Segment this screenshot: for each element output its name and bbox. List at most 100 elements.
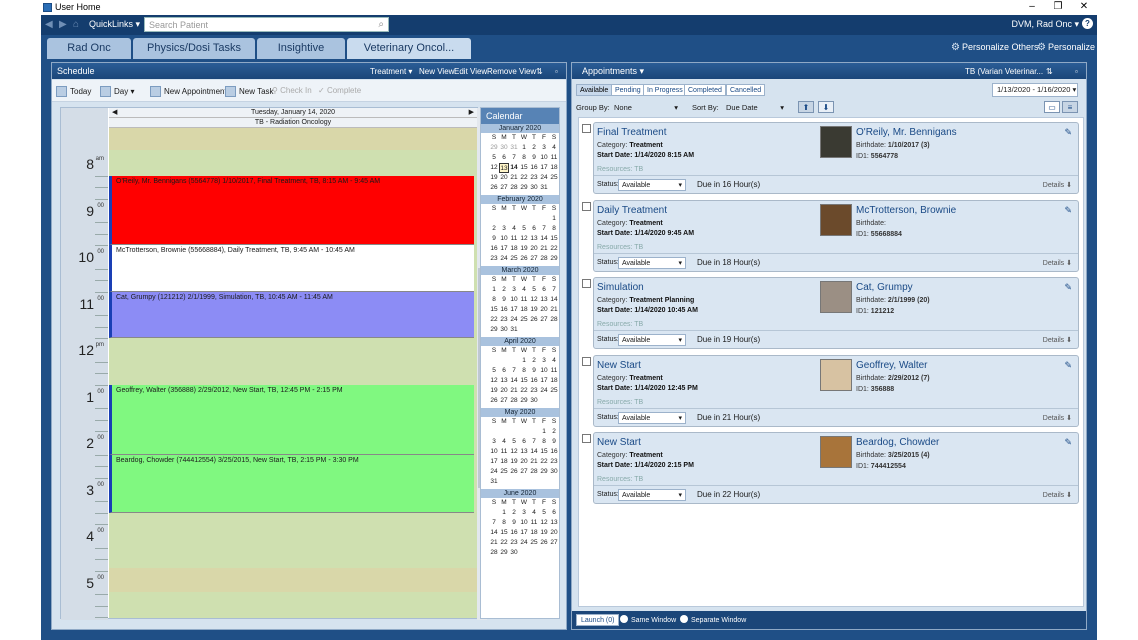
details-link[interactable]: Details ⬇ bbox=[1043, 259, 1072, 267]
appointments-menu[interactable]: Appointments ▾ bbox=[582, 66, 644, 77]
sort-ascending-button[interactable]: ⬆ bbox=[798, 101, 814, 113]
details-link[interactable]: Details ⬇ bbox=[1043, 491, 1072, 499]
calendar-day[interactable]: 7 bbox=[539, 224, 549, 234]
edit-pencil-icon[interactable]: ✎ bbox=[1064, 205, 1072, 216]
calendar-day[interactable]: 6 bbox=[499, 153, 509, 163]
calendar-day[interactable]: 24 bbox=[509, 315, 519, 325]
treatment-view-menu[interactable]: Treatment ▾ bbox=[370, 67, 412, 76]
calendar-day[interactable]: 19 bbox=[509, 457, 519, 467]
appointment-title[interactable]: Final Treatment bbox=[597, 127, 666, 138]
calendar-day[interactable]: 16 bbox=[549, 447, 559, 457]
appointment-title[interactable]: New Start bbox=[597, 360, 641, 371]
calendar-day[interactable]: 7 bbox=[509, 153, 519, 163]
calendar-day[interactable]: 6 bbox=[539, 285, 549, 295]
calendar-day[interactable]: 4 bbox=[529, 508, 539, 518]
calendar-day[interactable]: 5 bbox=[489, 153, 499, 163]
calendar-day[interactable]: 5 bbox=[529, 285, 539, 295]
calendar-day[interactable]: 28 bbox=[529, 467, 539, 477]
calendar-day[interactable]: 6 bbox=[499, 366, 509, 376]
calendar-day[interactable]: 18 bbox=[549, 376, 559, 386]
calendar-day[interactable]: 6 bbox=[549, 508, 559, 518]
status-select[interactable]: Available ▾ bbox=[618, 489, 686, 501]
calendar-day[interactable]: 21 bbox=[539, 244, 549, 254]
status-select[interactable]: Available ▾ bbox=[618, 256, 686, 269]
calendar-day[interactable]: 17 bbox=[509, 305, 519, 315]
appointment-card[interactable]: Final Treatment Category: Treatment Start … bbox=[593, 122, 1079, 194]
calendar-day[interactable]: 3 bbox=[539, 143, 549, 153]
machine-selector[interactable]: TB (Varian Veterinar... bbox=[965, 67, 1043, 76]
search-input[interactable]: Search Patient ⌕ bbox=[144, 17, 389, 32]
calendar-day[interactable]: 30 bbox=[529, 396, 539, 406]
calendar-day[interactable]: 31 bbox=[489, 477, 499, 487]
calendar-day[interactable]: 2 bbox=[499, 285, 509, 295]
calendar-day[interactable]: 11 bbox=[499, 447, 509, 457]
calendar-day[interactable]: 25 bbox=[499, 467, 509, 477]
calendar-day[interactable]: 2 bbox=[529, 356, 539, 366]
calendar-day[interactable]: 23 bbox=[529, 173, 539, 183]
calendar-day[interactable]: 26 bbox=[509, 467, 519, 477]
calendar-day[interactable]: 31 bbox=[509, 143, 519, 153]
same-window-radio[interactable]: Same Window bbox=[620, 615, 676, 624]
calendar-day[interactable]: 21 bbox=[549, 305, 559, 315]
patient-photo[interactable] bbox=[820, 281, 852, 313]
calendar-day[interactable]: 16 bbox=[529, 163, 539, 173]
calendar-day[interactable]: 29 bbox=[549, 254, 559, 264]
calendar-day[interactable]: 25 bbox=[549, 386, 559, 396]
maximize-icon[interactable]: ❐ bbox=[1047, 1, 1069, 12]
calendar-day[interactable]: 25 bbox=[549, 173, 559, 183]
calendar-month-title[interactable]: February 2020 bbox=[481, 195, 559, 204]
calendar-day[interactable]: 4 bbox=[509, 224, 519, 234]
calendar-day[interactable]: 11 bbox=[529, 518, 539, 528]
check-in-button[interactable]: ⚲ Check In bbox=[272, 86, 312, 95]
home-icon[interactable]: ⌂ bbox=[73, 19, 79, 30]
calendar-day[interactable]: 27 bbox=[499, 183, 509, 193]
calendar-day[interactable]: 31 bbox=[539, 183, 549, 193]
calendar-day[interactable]: 19 bbox=[539, 528, 549, 538]
calendar-day[interactable]: 15 bbox=[519, 163, 529, 173]
refresh-icon[interactable]: ⇅ bbox=[1046, 67, 1053, 76]
calendar-day[interactable]: 25 bbox=[509, 254, 519, 264]
calendar-day[interactable]: 20 bbox=[539, 305, 549, 315]
minimize-icon[interactable]: – bbox=[1021, 1, 1043, 12]
calendar-day[interactable]: 20 bbox=[549, 528, 559, 538]
calendar-day[interactable]: 13 bbox=[499, 376, 509, 386]
appointment-title[interactable]: Simulation bbox=[597, 282, 644, 293]
calendar-day[interactable]: 29 bbox=[489, 325, 499, 335]
appointment-card[interactable]: Daily Treatment Category: Treatment Start … bbox=[593, 199, 1079, 272]
calendar-day[interactable]: 26 bbox=[489, 396, 499, 406]
calendar-day[interactable]: 14 bbox=[539, 234, 549, 244]
calendar-day[interactable]: 1 bbox=[519, 143, 529, 153]
calendar-day[interactable]: 16 bbox=[529, 376, 539, 386]
calendar-day[interactable]: 29 bbox=[519, 396, 529, 406]
calendar-day[interactable]: 26 bbox=[489, 183, 499, 193]
calendar-day[interactable]: 8 bbox=[489, 295, 499, 305]
calendar-day[interactable]: 23 bbox=[509, 538, 519, 548]
calendar-day[interactable]: 3 bbox=[519, 508, 529, 518]
calendar-day[interactable]: 2 bbox=[549, 427, 559, 437]
calendar-day[interactable]: 12 bbox=[509, 447, 519, 457]
calendar-day[interactable]: 28 bbox=[549, 315, 559, 325]
patient-name[interactable]: O'Reily, Mr. Bennigans bbox=[856, 127, 957, 138]
tab-physics-dosi[interactable]: Physics/Dosi Tasks bbox=[133, 38, 255, 59]
calendar-day[interactable]: 14 bbox=[509, 376, 519, 386]
close-icon[interactable]: ✕ bbox=[1073, 1, 1095, 12]
calendar-day[interactable]: 18 bbox=[549, 163, 559, 173]
calendar-day[interactable]: 8 bbox=[519, 153, 529, 163]
edit-view-link[interactable]: Edit View bbox=[454, 67, 487, 76]
previous-day-icon[interactable]: ◀ bbox=[112, 108, 117, 118]
details-link[interactable]: Details ⬇ bbox=[1043, 414, 1072, 422]
appointment-checkbox[interactable] bbox=[582, 434, 591, 443]
calendar-day[interactable]: 11 bbox=[509, 234, 519, 244]
calendar-day[interactable]: 14 bbox=[509, 163, 519, 173]
calendar-day[interactable]: 8 bbox=[499, 518, 509, 528]
patient-photo[interactable] bbox=[820, 203, 852, 236]
time-slots[interactable]: O'Reily, Mr. Bennigans (5564778) 1/10/20… bbox=[109, 128, 477, 618]
schedule-appointment[interactable]: Beardog, Chowder (744412554) 3/25/2015, … bbox=[109, 454, 474, 513]
calendar-day[interactable]: 29 bbox=[489, 143, 499, 153]
calendar-day[interactable]: 22 bbox=[499, 538, 509, 548]
calendar-day[interactable]: 1 bbox=[489, 285, 499, 295]
calendar-day[interactable]: 25 bbox=[519, 315, 529, 325]
calendar-day[interactable]: 29 bbox=[499, 548, 509, 558]
edit-pencil-icon[interactable]: ✎ bbox=[1064, 360, 1072, 371]
calendar-day[interactable]: 7 bbox=[549, 285, 559, 295]
